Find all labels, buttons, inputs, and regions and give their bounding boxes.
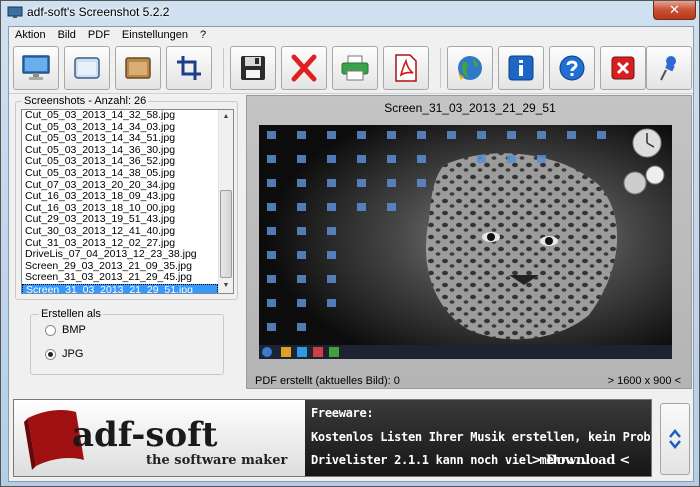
pin-button[interactable]: [646, 46, 692, 90]
delete-button[interactable]: [281, 46, 327, 90]
exit-icon: [611, 56, 635, 80]
menu-aktion[interactable]: Aktion: [9, 27, 52, 44]
radio-bmp-indicator[interactable]: [45, 324, 56, 336]
folder-icon: [125, 57, 151, 79]
create-as-label: Erstellen als: [39, 308, 103, 320]
print-button[interactable]: [332, 46, 378, 90]
logo-text: adf-soft: [72, 415, 218, 455]
radio-jpg-indicator[interactable]: [45, 348, 56, 360]
info-button[interactable]: [498, 46, 544, 90]
fullscreen-capture-button[interactable]: [13, 46, 59, 90]
toolbar-separator: [223, 48, 224, 88]
list-item[interactable]: Cut_05_03_2013_14_38_05.jpg: [22, 167, 218, 180]
question-icon: [559, 55, 585, 81]
preview-panel: Screen_31_03_2013_21_29_51 PDF erstellt …: [246, 95, 692, 389]
list-scrollbar[interactable]: ▲ ▼: [218, 110, 233, 293]
pdf-created-status: PDF erstellt (aktuelles Bild): 0: [255, 375, 400, 387]
banner-scroll-button[interactable]: [660, 403, 690, 475]
web-button[interactable]: [447, 46, 493, 90]
exit-button[interactable]: [600, 46, 646, 90]
radio-jpg-label: JPG: [62, 348, 84, 360]
save-button[interactable]: [230, 46, 276, 90]
scroll-thumb[interactable]: [220, 190, 232, 278]
screenshots-count-label: Screenshots - Anzahl: 26: [22, 95, 149, 107]
pdf-icon: [395, 54, 417, 82]
area-capture-button[interactable]: [115, 46, 161, 90]
list-item[interactable]: Screen_31_03_2013_21_29_51.jpg: [22, 283, 218, 293]
pin-icon: [660, 56, 676, 81]
red-x-icon: [291, 54, 317, 82]
scroll-down-icon[interactable]: ▼: [219, 279, 233, 293]
menu-bar: Aktion Bild PDF Einstellungen ?: [9, 27, 693, 44]
desktop-wallpaper-thumbnail: [259, 125, 672, 359]
client-area: Aktion Bild PDF Einstellungen ? Screensh…: [8, 26, 694, 482]
download-link[interactable]: > Download <: [531, 453, 630, 468]
window-capture-button[interactable]: [64, 46, 110, 90]
radio-jpg[interactable]: JPG: [45, 348, 83, 360]
crop-button[interactable]: [166, 46, 212, 90]
menu-einstellungen[interactable]: Einstellungen: [116, 27, 194, 44]
title-bar[interactable]: adf-soft's Screenshot 5.2.2 ✕: [1, 1, 699, 25]
up-down-arrows-icon: [669, 429, 681, 449]
adf-soft-logo-graphic: adf-soft the software maker: [24, 410, 288, 470]
menu-pdf[interactable]: PDF: [82, 27, 116, 44]
toolbar: [9, 44, 693, 94]
list-item[interactable]: Cut_16_03_2013_18_09_43.jpg: [22, 191, 218, 203]
printer-icon: [341, 55, 369, 81]
list-item[interactable]: DriveLis_07_04_2013_12_23_38.jpg: [22, 249, 218, 261]
radio-bmp[interactable]: BMP: [45, 324, 86, 336]
globe-icon: [458, 56, 482, 80]
banner-line-description: Kostenlos Listen Ihrer Musik erstellen, …: [311, 430, 652, 444]
logo-tagline: the software maker: [146, 453, 288, 468]
screenshot-preview-image[interactable]: [259, 125, 672, 359]
banner-line-freeware: Freeware:: [311, 406, 374, 420]
info-icon: [508, 55, 534, 81]
app-window: adf-soft's Screenshot 5.2.2 ✕ Aktion Bil…: [0, 0, 700, 487]
floppy-icon: [241, 56, 265, 80]
screenshots-listbox[interactable]: Cut_05_03_2013_14_32_58.jpg Cut_05_03_201…: [21, 109, 234, 294]
list-item[interactable]: Cut_30_03_2013_12_41_40.jpg: [22, 225, 218, 238]
screenshots-list: Cut_05_03_2013_14_32_58.jpg Cut_05_03_201…: [22, 110, 233, 293]
toolbar-separator: [440, 48, 441, 88]
list-item[interactable]: Cut_05_03_2013_14_32_58.jpg: [22, 110, 218, 122]
help-button[interactable]: [549, 46, 595, 90]
crop-icon: [177, 56, 201, 80]
menu-help[interactable]: ?: [194, 27, 212, 44]
ad-banner[interactable]: adf-soft the software maker Freeware: Ko…: [13, 399, 652, 477]
radio-bmp-label: BMP: [62, 324, 86, 336]
preview-title: Screen_31_03_2013_21_29_51: [384, 101, 556, 115]
window-close-button[interactable]: ✕: [653, 1, 696, 20]
adf-soft-logo: adf-soft the software maker: [14, 400, 305, 476]
window-title: adf-soft's Screenshot 5.2.2: [27, 5, 170, 19]
menu-bild[interactable]: Bild: [52, 27, 82, 44]
image-size-status: > 1600 x 900 <: [607, 375, 681, 387]
window-icon: [74, 57, 100, 79]
app-monitor-icon: [7, 6, 23, 18]
pdf-button[interactable]: [383, 46, 429, 90]
list-item[interactable]: Screen_31_03_2013_21_29_45.jpg: [22, 272, 218, 284]
banner-message: Freeware: Kostenlos Listen Ihrer Musik e…: [305, 400, 652, 476]
scroll-up-icon[interactable]: ▲: [219, 110, 233, 124]
monitor-icon: [22, 55, 50, 80]
